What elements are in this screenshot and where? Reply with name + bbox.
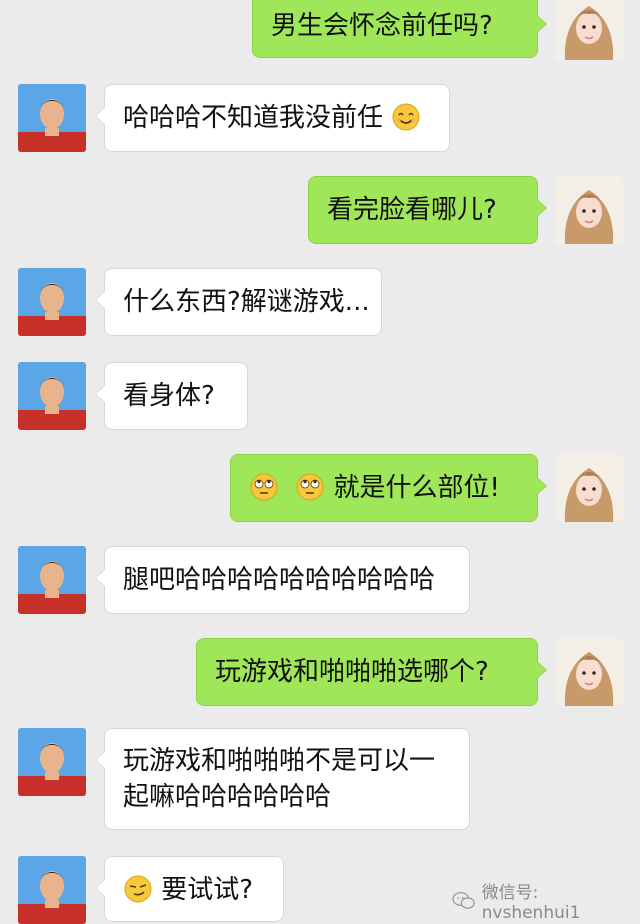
male-avatar[interactable] <box>18 268 86 336</box>
female-avatar[interactable] <box>555 454 623 522</box>
female-avatar[interactable] <box>555 638 623 706</box>
message-text: 要试试? <box>161 875 254 905</box>
message-text: 哈哈哈不知道我没前任 <box>123 103 384 133</box>
male-avatar[interactable] <box>18 84 86 152</box>
message-bubble-received[interactable]: 哈哈哈不知道我没前任 <box>95 84 450 152</box>
message-text: 看身体? <box>123 381 215 411</box>
message-bubble-sent[interactable]: 就是什么部位! <box>230 454 547 522</box>
message-text: 腿吧哈哈哈哈哈哈哈哈哈哈 <box>123 565 436 595</box>
message-text: 看完脸看哪儿? <box>327 195 497 225</box>
message-text: 就是什么部位! <box>333 473 500 503</box>
smirk-face-icon <box>123 874 153 904</box>
eye-roll-face-icon <box>249 472 279 502</box>
message-bubble-received[interactable]: 看身体? <box>95 362 248 430</box>
message-bubble-received[interactable]: 什么东西?解谜游戏... <box>95 268 382 336</box>
smiling-face-icon <box>391 102 421 132</box>
message-text: 男生会怀念前任吗? <box>271 11 493 41</box>
message-bubble-sent[interactable]: 男生会怀念前任吗? <box>252 0 547 58</box>
message-bubble-sent[interactable]: 看完脸看哪儿? <box>308 176 547 244</box>
male-avatar[interactable] <box>18 728 86 796</box>
eye-roll-face-icon <box>295 472 325 502</box>
male-avatar[interactable] <box>18 362 86 430</box>
message-bubble-sent[interactable]: 玩游戏和啪啪啪选哪个? <box>196 638 547 706</box>
message-text-line: 玩游戏和啪啪啪不是可以一 <box>123 746 436 776</box>
wechat-icon <box>452 891 475 909</box>
wechat-watermark: 微信号: nvshenhui1 <box>452 878 640 923</box>
message-text-line: 起嘛哈哈哈哈哈哈 <box>123 782 332 812</box>
female-avatar[interactable] <box>555 0 623 60</box>
message-bubble-received[interactable]: 要试试? <box>95 856 284 922</box>
chat-history: 男生会怀念前任吗? 哈哈哈不知道我没前任 看完脸看哪儿? 什么东西?解谜游戏..… <box>0 0 640 924</box>
female-avatar[interactable] <box>555 176 623 244</box>
male-avatar[interactable] <box>18 546 86 614</box>
message-bubble-received[interactable]: 玩游戏和啪啪啪不是可以一 起嘛哈哈哈哈哈哈 <box>95 728 470 830</box>
message-text: 玩游戏和啪啪啪选哪个? <box>215 657 489 687</box>
message-text: 什么东西?解谜游戏... <box>123 287 370 317</box>
watermark-text: 微信号: nvshenhui1 <box>481 883 581 923</box>
message-bubble-received[interactable]: 腿吧哈哈哈哈哈哈哈哈哈哈 <box>95 546 470 614</box>
male-avatar[interactable] <box>18 856 86 924</box>
